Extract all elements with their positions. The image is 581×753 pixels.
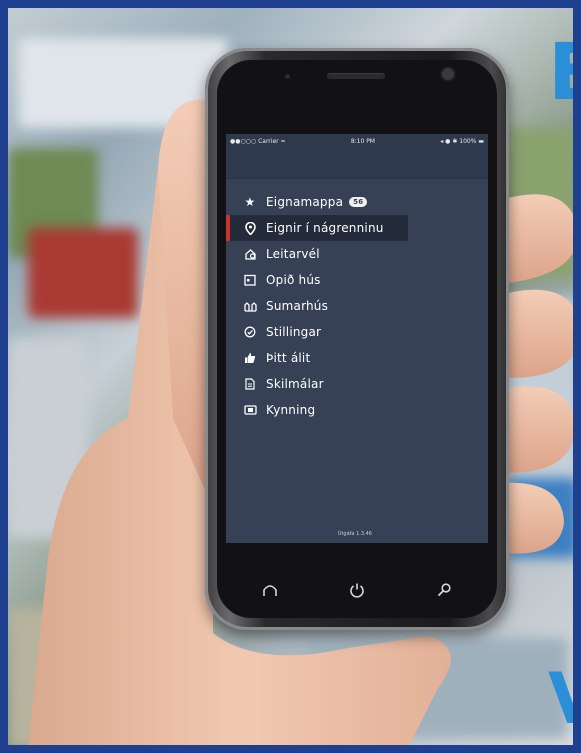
cabin-icon (243, 299, 257, 313)
settings-icon (243, 325, 257, 339)
document-icon (243, 377, 257, 391)
sensor-icon (285, 74, 290, 79)
earpiece-speaker (327, 73, 385, 79)
side-menu: ★ Eignamappa 56 Eignir í nágrenninu Leit… (226, 179, 488, 423)
status-time: 8:10 PM (350, 137, 375, 145)
menu-item-skilmalar[interactable]: Skilmálar (226, 371, 488, 397)
menu-item-stillingar[interactable]: Stillingar (226, 319, 488, 345)
carrier-label: ●●○○○ Carrier ≈ (230, 137, 286, 145)
menu-item-leitarvel[interactable]: Leitarvél (226, 241, 488, 267)
search-engine-icon (243, 247, 257, 261)
calendar-icon (243, 273, 257, 287)
menu-item-label: Leitarvél (266, 247, 320, 261)
status-bar: ●●○○○ Carrier ≈ 8:10 PM ◂ ● ✱ 100% ▬ (226, 134, 488, 148)
menu-item-opid-hus[interactable]: Opið hús (226, 267, 488, 293)
menu-item-eignir-nagrenninu[interactable]: Eignir í nágrenninu (226, 215, 408, 241)
search-icon[interactable] (429, 575, 459, 605)
menu-item-label: Stillingar (266, 325, 322, 339)
menu-item-label: Eignamappa (266, 195, 344, 209)
menu-item-eignamappa[interactable]: ★ Eignamappa 56 (226, 189, 488, 215)
smartphone: ●●○○○ Carrier ≈ 8:10 PM ◂ ● ✱ 100% ▬ ★ E… (205, 48, 509, 630)
menu-item-label: Opið hús (266, 273, 321, 287)
star-icon: ★ (244, 195, 256, 209)
battery-status: ◂ ● ✱ 100% ▬ (440, 137, 484, 145)
menu-item-label: Eignir í nágrenninu (266, 221, 384, 235)
phone-screen: ●●○○○ Carrier ≈ 8:10 PM ◂ ● ✱ 100% ▬ ★ E… (226, 134, 488, 543)
location-pin-icon (243, 221, 257, 235)
menu-item-label: Kynning (266, 403, 316, 417)
menu-item-label: Sumarhús (266, 299, 329, 313)
menu-item-kynning[interactable]: Kynning (226, 397, 488, 423)
presentation-icon (243, 403, 257, 417)
thumbs-up-icon (243, 351, 257, 365)
phone-nav-bar (226, 568, 488, 612)
count-badge: 56 (349, 197, 368, 207)
menu-item-label: Þitt álit (266, 351, 311, 365)
menu-item-sumarhus[interactable]: Sumarhús (226, 293, 488, 319)
power-icon[interactable] (342, 575, 372, 605)
home-icon[interactable] (255, 575, 285, 605)
menu-item-label: Skilmálar (266, 377, 324, 391)
app-version: Útgáfa 1.3.46 (337, 531, 372, 537)
menu-item-thitt-alit[interactable]: Þitt álit (226, 345, 488, 371)
front-camera-icon (442, 68, 454, 80)
app-top-bar (226, 148, 488, 179)
